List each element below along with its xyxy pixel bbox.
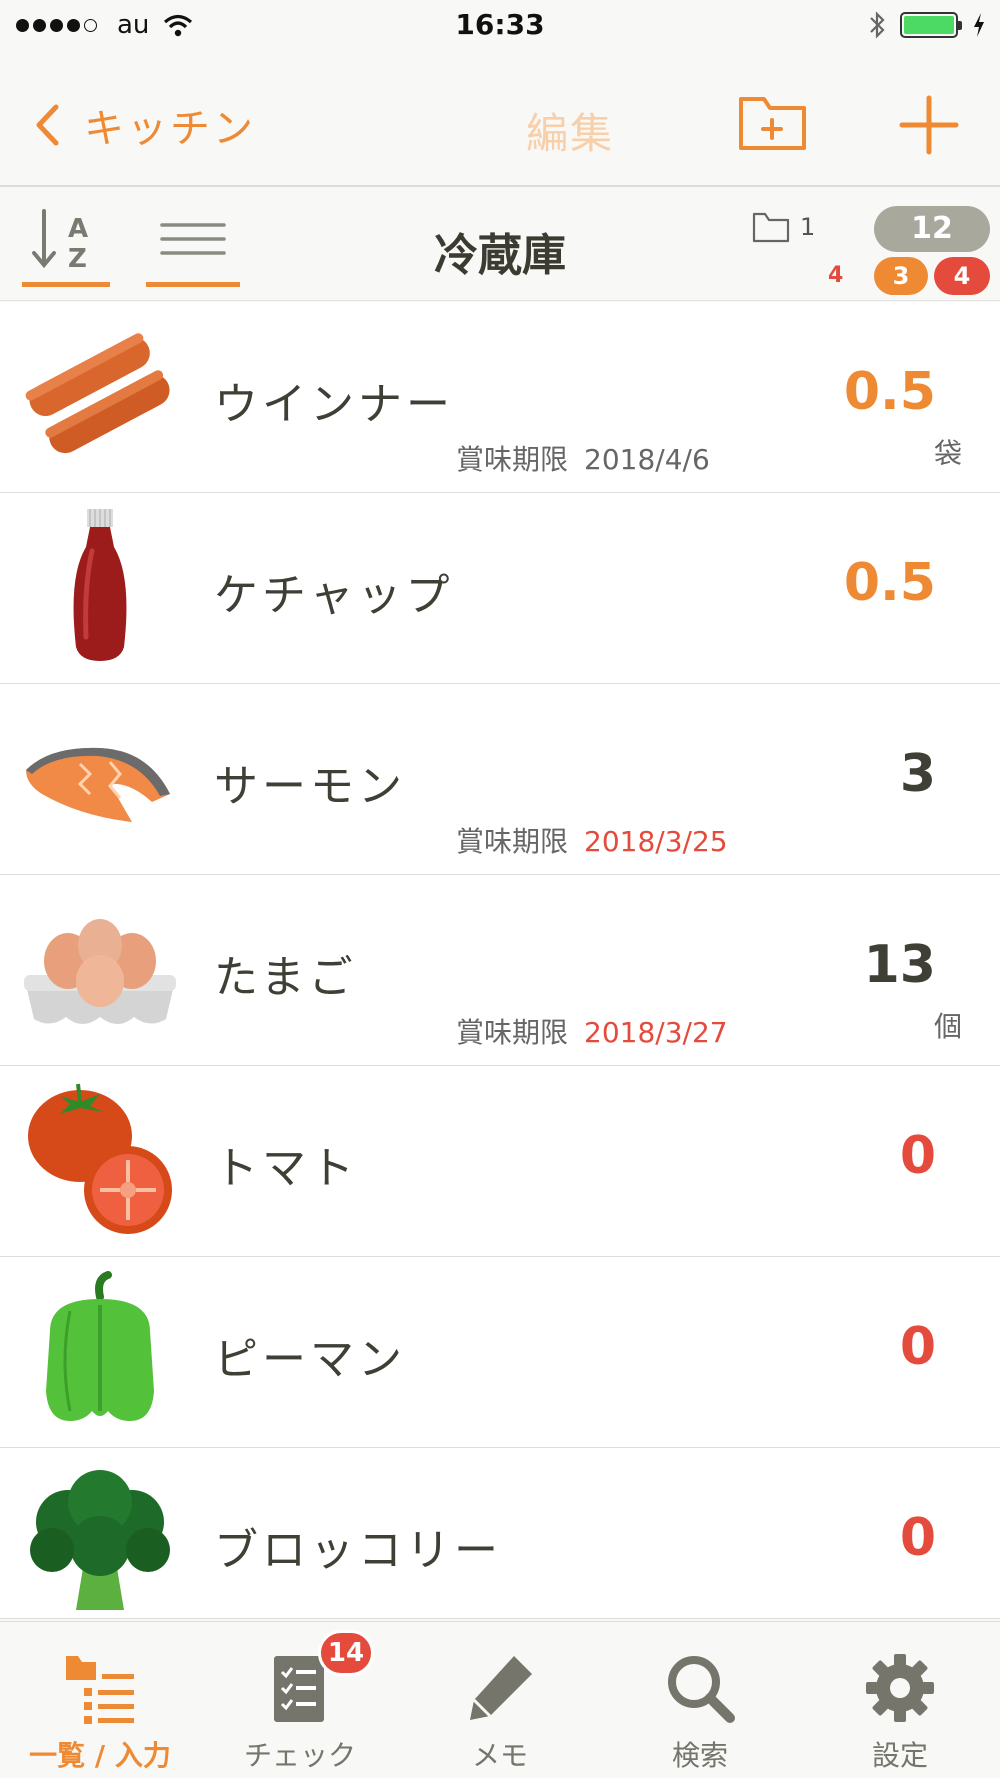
navigation-bar: キッチン 編集	[0, 50, 1000, 187]
status-right	[868, 10, 986, 40]
tab-label: 検索	[671, 1739, 728, 1772]
salmon-icon	[26, 747, 170, 822]
status-bar: au 16:33	[0, 0, 1000, 50]
search-icon	[668, 1656, 735, 1723]
battery-icon	[900, 12, 962, 38]
list-item[interactable]: ウインナー 賞味期限 2018/4/6 0.5 袋	[0, 302, 1000, 493]
list-item[interactable]: ピーマン 0	[0, 1257, 1000, 1448]
tab-check[interactable]: 14 チェック	[200, 1622, 400, 1778]
tab-list-input[interactable]: 一覧 / 入力	[0, 1622, 200, 1778]
expiry-label: 賞味期限	[456, 1016, 569, 1049]
tab-settings[interactable]: 設定	[800, 1622, 1000, 1778]
item-unit: 袋	[933, 437, 962, 470]
tab-label: 一覧 / 入力	[29, 1739, 171, 1772]
expiry-label: 賞味期限	[456, 443, 569, 476]
list-item[interactable]: たまご 賞味期限 2018/3/27 13 個	[0, 875, 1000, 1066]
list-item[interactable]: ブロッコリー 0	[0, 1448, 1000, 1619]
bluetooth-icon	[870, 11, 885, 39]
list-item[interactable]: ケチャップ 0.5	[0, 493, 1000, 684]
green-pepper-icon	[46, 1271, 154, 1421]
item-name: サーモン	[214, 761, 406, 812]
out-of-stock-badge: 4	[934, 257, 990, 295]
add-item-icon[interactable]	[898, 94, 960, 156]
expiry-label: 賞味期限	[456, 825, 569, 858]
ketchup-icon	[73, 509, 127, 661]
total-count-badge: 12	[874, 206, 990, 252]
expiry-date: 2018/3/27	[584, 1016, 728, 1049]
expiry-date: 2018/3/25	[584, 825, 728, 858]
chevron-left-icon	[36, 104, 59, 146]
item-name: ブロッコリー	[214, 1525, 502, 1576]
broccoli-icon	[30, 1470, 170, 1610]
folder-count-value: 1	[800, 213, 816, 241]
sausage-icon	[25, 333, 170, 454]
tab-label: 設定	[871, 1739, 928, 1772]
item-quantity[interactable]: 0.5	[844, 362, 936, 422]
low-stock-badge: 3	[874, 257, 928, 295]
expiry-info: 賞味期限 2018/3/25	[456, 820, 728, 860]
list-item[interactable]: サーモン 賞味期限 2018/3/25 3	[0, 684, 1000, 875]
item-quantity[interactable]: 0	[900, 1508, 936, 1568]
check-count-badge: 14	[318, 1630, 374, 1676]
back-button[interactable]: キッチン	[34, 96, 256, 154]
tab-label: チェック	[243, 1739, 356, 1772]
item-quantity[interactable]: 0	[900, 1317, 936, 1377]
item-quantity[interactable]: 3	[900, 744, 936, 804]
category-toolbar: A Z 冷蔵庫 1 12 4 3 4	[0, 189, 1000, 301]
expiry-info: 賞味期限 2018/3/27	[456, 1011, 728, 1051]
item-quantity[interactable]: 0	[900, 1126, 936, 1186]
page-title: 冷蔵庫	[434, 230, 566, 281]
expiry-info: 賞味期限 2018/4/6	[456, 438, 710, 478]
item-name: ウインナー	[214, 379, 454, 430]
tab-label: メモ	[471, 1739, 528, 1772]
add-folder-icon[interactable]	[738, 94, 808, 152]
tab-memo[interactable]: メモ	[400, 1622, 600, 1778]
expiry-date: 2018/4/6	[584, 443, 710, 476]
item-quantity[interactable]: 13	[864, 935, 936, 995]
item-list: ウインナー 賞味期限 2018/4/6 0.5 袋 ケチャップ 0.5 サーモン …	[0, 302, 1000, 1619]
folder-icon	[752, 212, 790, 243]
eggs-icon	[24, 919, 176, 1024]
folder-count[interactable]: 1	[752, 211, 815, 243]
item-name: トマト	[214, 1143, 358, 1194]
tab-search[interactable]: 検索	[600, 1622, 800, 1778]
edit-button[interactable]: 編集	[526, 100, 614, 161]
list-folder-icon	[66, 1656, 134, 1724]
gear-icon	[866, 1654, 934, 1722]
item-quantity[interactable]: 0.5	[844, 553, 936, 613]
item-name: ピーマン	[214, 1334, 406, 1385]
charging-icon	[974, 13, 984, 37]
back-label: キッチン	[84, 106, 256, 152]
list-item[interactable]: トマト 0	[0, 1066, 1000, 1257]
item-unit: 個	[933, 1010, 962, 1043]
tab-bar: 一覧 / 入力 14 チェック メモ 検索 設定	[0, 1621, 1000, 1778]
tomato-icon	[28, 1083, 172, 1234]
warning-count: 4	[828, 263, 844, 288]
item-name: たまご	[214, 952, 357, 1003]
item-name: ケチャップ	[214, 570, 454, 621]
clock: 16:33	[455, 8, 545, 41]
pencil-icon	[470, 1656, 532, 1720]
